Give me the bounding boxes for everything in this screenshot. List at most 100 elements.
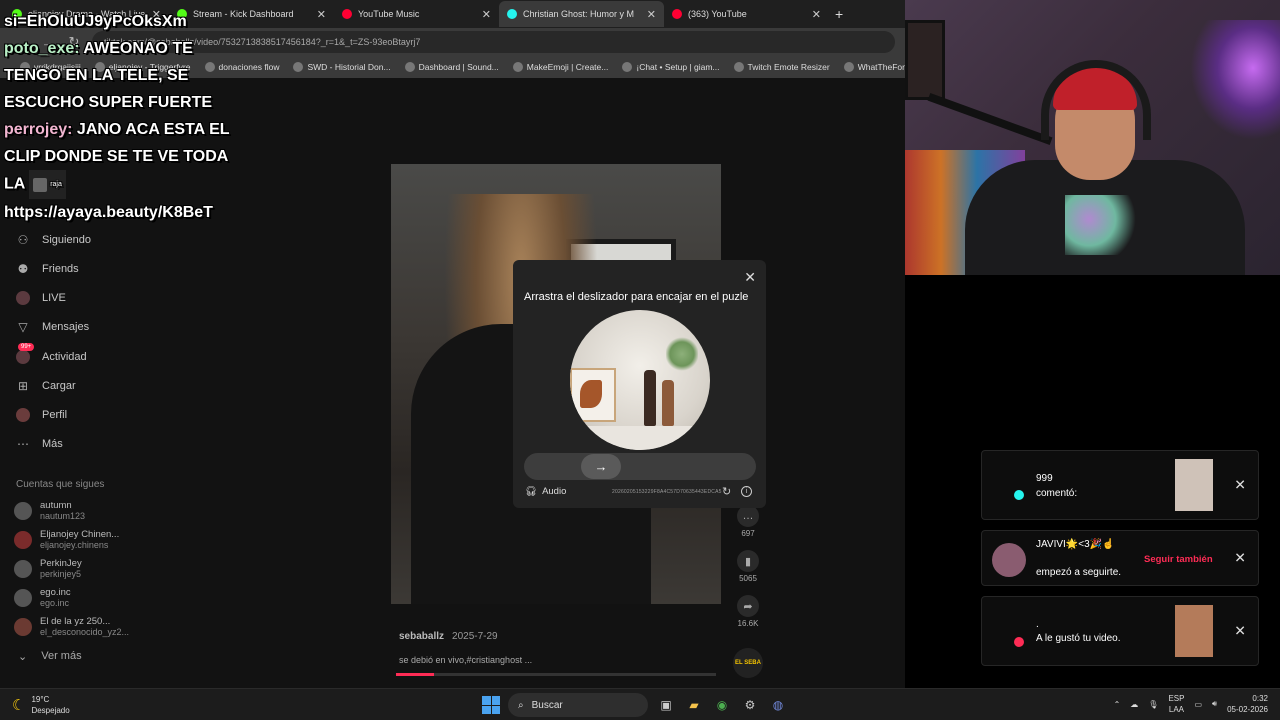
chevron-down-icon: ⌄ [18,651,28,663]
refresh-icon[interactable]: ↻ [722,485,731,498]
following-header: Cuentas que sigues [16,479,105,490]
bookmark-item[interactable]: MakeEmoji | Create... [512,62,609,72]
tab-title: (363) YouTube [688,9,747,19]
close-icon[interactable]: ✕ [1234,623,1246,640]
notification-thumbnail [1175,459,1213,511]
close-icon[interactable]: ✕ [744,269,756,286]
task-view-icon[interactable]: ▣ [656,695,676,715]
bookmark-label: MakeEmoji | Create... [526,62,609,72]
sidebar-item-live[interactable]: LIVE [16,291,66,305]
followed-account[interactable]: PerkinJey perkinjey5 [14,558,82,579]
tab-favicon-icon [507,9,517,19]
puzzle-leaf [580,380,602,408]
notification-comment[interactable]: 999 comentó: ✕ [981,450,1259,520]
taskbar-search[interactable]: ⌕ Buscar [508,693,648,717]
puzzle-vase [662,380,674,426]
sidebar-item-label: Mensajes [42,321,90,333]
new-tab-button[interactable]: + [835,6,843,22]
info-icon[interactable]: i [741,486,752,497]
browser-tab[interactable]: YouTube Music ✕ [334,1,499,27]
sidebar-item-cargar[interactable]: ⊞ Cargar [16,379,76,393]
steam-icon[interactable]: ⚙ [740,695,760,715]
close-icon[interactable]: ✕ [317,8,326,21]
bookmark-item[interactable]: SWD - Historial Don... [293,62,391,72]
bookmark-item[interactable]: ¡Chat • Setup | giam... [622,62,720,72]
audio-button[interactable]: 🎧︎ Audio [525,486,566,497]
language-indicator[interactable]: ESP LAA [1168,693,1184,715]
sidebar-item-actividad[interactable]: Actividad 99+ [16,343,87,364]
chat-text: https://ayaya.beauty/K8BeT [4,204,213,221]
followed-account[interactable]: Eljanojey Chinen... eljanojey.chinens [14,529,119,550]
close-icon[interactable]: ✕ [1234,550,1246,567]
follow-back-button[interactable]: Seguir también [1144,554,1213,565]
browser-tab[interactable]: Christian Ghost: Humor y M ✕ [499,1,664,27]
video-description: se debió en vivo,#cristianghost ... [399,655,533,665]
sidebar-item-mensajes[interactable]: ▽ Mensajes [16,320,89,334]
account-handle: eljanojey.chinens [40,540,109,550]
sidebar-item-siguiendo[interactable]: ⚇ Siguiendo [16,233,91,247]
discord-icon[interactable]: ◍ [768,695,788,715]
captcha-slider-handle[interactable]: → [581,454,621,479]
music-disc[interactable]: EL SEBA [733,648,763,678]
file-explorer-icon[interactable]: ▰ [684,695,704,715]
sidebar-item-mas[interactable]: ⋯ Más [16,437,63,451]
bookmark-label: SWD - Historial Don... [307,62,391,72]
display-icon[interactable]: ▭ [1194,700,1202,709]
tab-favicon-icon [672,9,682,19]
sidebar-item-perfil[interactable]: Perfil [16,408,67,422]
captcha-slider-track[interactable]: → [524,453,756,480]
puzzle-shelf [570,426,710,450]
upload-icon: ⊞ [17,379,29,393]
avatar [14,559,32,578]
followed-account[interactable]: autumn nautum123 [14,500,85,521]
save-action[interactable]: ▮ 5065 [735,550,761,583]
see-more-link[interactable]: ⌄ Ver más [18,650,82,663]
puzzle-vase [644,370,656,426]
captcha-title: Arrastra el deslizador para encajar en e… [524,291,749,303]
tab-title: YouTube Music [358,9,420,19]
share-action[interactable]: ➦ 16.6K [735,595,761,628]
weather-desc: Despejado [31,706,70,715]
close-icon[interactable]: ✕ [482,8,491,21]
search-placeholder: Buscar [531,699,563,711]
clock[interactable]: 0:32 05-02-2026 [1227,693,1268,715]
close-icon[interactable]: ✕ [1234,477,1246,494]
chevron-up-icon[interactable]: ⌃ [1114,700,1121,709]
video-progress-bar[interactable] [396,673,716,676]
video-author[interactable]: sebaballz [399,631,444,642]
network-icon[interactable]: ☁ [1130,700,1138,709]
chrome-icon[interactable]: ◉ [712,695,732,715]
save-count: 5065 [739,574,757,583]
mic-icon[interactable]: 🎙︎ [1148,700,1158,709]
followed-account[interactable]: ego.inc ego.inc [14,587,71,608]
windows-start-icon[interactable] [482,696,500,714]
rgb-lights [1190,20,1280,140]
search-icon: ⌕ [518,699,524,711]
sidebar-item-label: Más [42,438,63,450]
account-handle: el_desconocido_yz2... [40,627,130,637]
weather-widget[interactable]: ☾ 19°C Despejado [12,694,70,716]
bookmark-item[interactable]: Dashboard | Sound... [404,62,499,72]
close-icon[interactable]: ✕ [647,8,656,21]
close-icon[interactable]: ✕ [812,8,821,21]
notification-like[interactable]: . A le gustó tu video. ✕ [981,596,1259,666]
captcha-puzzle-image [570,310,710,450]
system-tray: ⌃ ☁ 🎙︎ ESP LAA ▭ 🔊︎ 0:32 05-02-2026 [1114,693,1268,715]
followed-account[interactable]: El de la yz 250... el_desconocido_yz2... [14,616,129,637]
browser-tab[interactable]: (363) YouTube ✕ [664,1,829,27]
sidebar-item-friends[interactable]: ⚉ Friends [16,262,79,276]
speaker-icon[interactable]: 🔊︎ [1212,699,1217,709]
account-name: autumn [40,500,72,511]
bookmark-favicon-icon [404,62,415,72]
notification-user: . [1036,619,1039,630]
video-actions: … 697 ▮ 5065 ➦ 16.6K [735,505,761,640]
streamer-headset [1041,60,1151,140]
puzzle-plant [666,336,698,372]
bookmark-item[interactable]: Twitch Emote Resizer [733,62,830,72]
notification-follow[interactable]: JAVIVI🌟<3🎉☝ empezó a seguirte. Seguir ta… [981,530,1259,586]
share-icon: ➦ [737,595,759,617]
comment-action[interactable]: … 697 [735,505,761,538]
notification-user: 999 [1036,473,1053,484]
chat-username: poto_exe: [4,40,80,57]
tab-favicon-icon [342,9,352,19]
